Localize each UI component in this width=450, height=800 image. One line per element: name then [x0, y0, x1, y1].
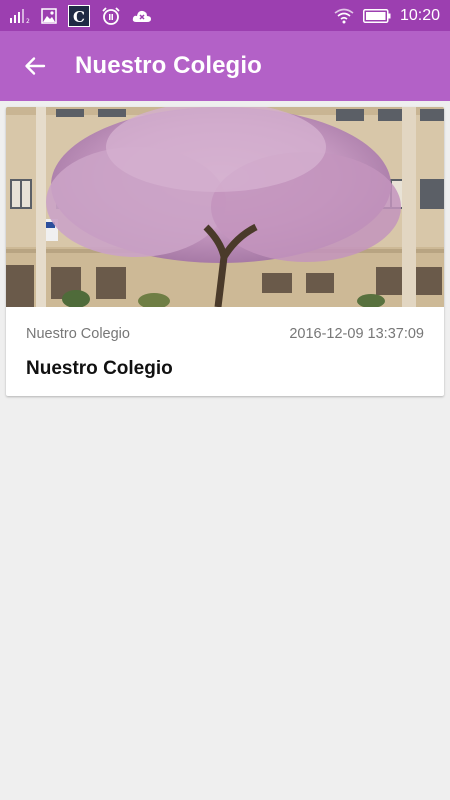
- alarm-icon: [101, 6, 121, 26]
- news-card[interactable]: Nuestro Colegio 2016-12-09 13:37:09 Nues…: [6, 107, 444, 396]
- wifi-icon: [334, 8, 354, 24]
- card-timestamp: 2016-12-09 13:37:09: [289, 326, 424, 342]
- card-image: [6, 107, 444, 307]
- gallery-icon: [41, 7, 57, 24]
- back-button[interactable]: [22, 53, 48, 79]
- clock: 10:20: [399, 6, 440, 24]
- app-bar: Nuestro Colegio: [0, 31, 450, 101]
- card-meta: Nuestro Colegio 2016-12-09 13:37:09: [26, 326, 424, 342]
- arrow-back-icon: [25, 57, 46, 75]
- card-title: Nuestro Colegio: [26, 358, 173, 379]
- svg-text:2: 2: [26, 18, 30, 24]
- status-bar: 2 C 10:20: [0, 0, 450, 31]
- app-c-icon: C: [68, 4, 90, 27]
- card-category: Nuestro Colegio: [26, 326, 130, 342]
- signal-icon: 2: [10, 8, 30, 24]
- cloud-icon: [132, 7, 152, 25]
- page-title: Nuestro Colegio: [75, 52, 262, 79]
- battery-icon: [362, 8, 391, 23]
- svg-text:C: C: [73, 8, 85, 26]
